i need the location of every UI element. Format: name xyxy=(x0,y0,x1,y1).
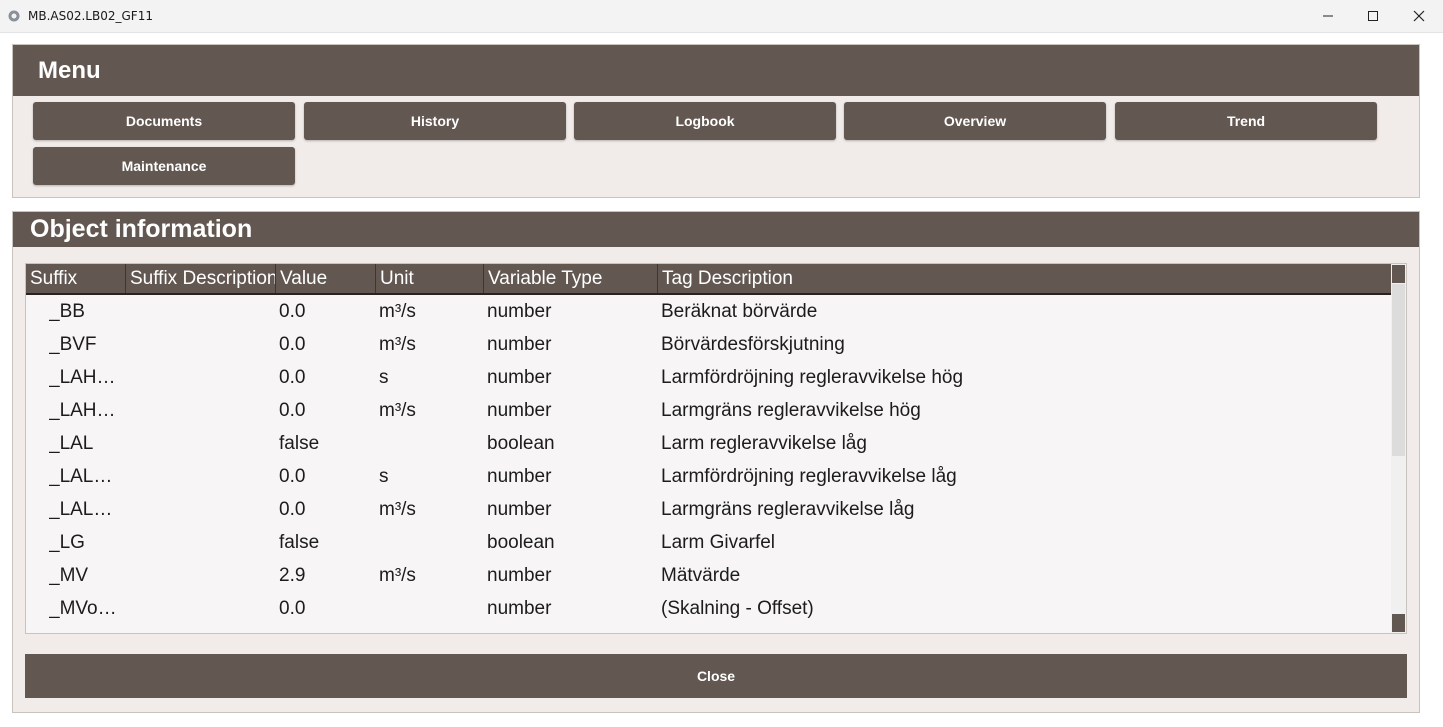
cell-unit xyxy=(379,526,479,559)
cell-tag-description: Larm Givarfel xyxy=(661,532,776,553)
scroll-up-button[interactable] xyxy=(1392,265,1405,283)
cell-value: 0.0 xyxy=(279,301,306,322)
maximize-icon xyxy=(1368,11,1378,21)
cell-tag-description: Larmfördröjning regleravvikelse låg xyxy=(661,466,957,487)
minimize-icon xyxy=(1323,15,1333,17)
cell-value: 0.0 xyxy=(279,466,306,487)
cell-tag-description: Larmgräns regleravvikelse låg xyxy=(661,499,915,520)
table-body: _BB 0.0 m³/s number Beräknat börvärde _BVF 0.0… xyxy=(26,295,1391,625)
object-information-panel: Object information Suffix Suffix Descrip… xyxy=(12,211,1420,713)
column-header-suffix[interactable]: Suffix xyxy=(26,264,126,293)
menu-header: Menu xyxy=(13,45,1419,96)
cell-tag-description: Börvärdesförskjutning xyxy=(661,334,845,355)
cell-suffix: _LAL… xyxy=(49,466,113,487)
cell-variable-type: boolean xyxy=(487,433,555,454)
cell-variable-type: number xyxy=(487,334,552,355)
cell-tag-description: Mätvärde xyxy=(661,565,741,586)
logbook-button[interactable]: Logbook xyxy=(574,102,836,140)
cell-variable-type: boolean xyxy=(487,532,555,553)
table-row[interactable]: _LAL… 0.0 s number Larmfördröjning regleravv… xyxy=(26,460,1391,493)
cell-unit: m³/s xyxy=(379,400,416,421)
cell-suffix: _BVF xyxy=(49,334,97,355)
table-header: Suffix Suffix Description Value Unit Var… xyxy=(26,264,1391,295)
maintenance-button[interactable]: Maintenance xyxy=(33,147,295,185)
cell-tag-description: (Skalning - Offset) xyxy=(661,598,814,619)
window-title: MB.AS02.LB02_GF11 xyxy=(28,9,153,23)
column-header-suffix-description[interactable]: Suffix Description xyxy=(126,264,276,293)
cell-variable-type: number xyxy=(487,466,552,487)
table-row[interactable]: _LAH… 0.0 s number Larmfördröjning regleravv… xyxy=(26,361,1391,394)
column-header-variable-type[interactable]: Variable Type xyxy=(484,264,658,293)
cell-unit: m³/s xyxy=(379,565,416,586)
object-information-title: Object information xyxy=(30,215,253,243)
cell-value: 0.0 xyxy=(279,598,306,619)
cell-value: false xyxy=(279,433,320,454)
close-icon xyxy=(1413,10,1425,22)
gear-app-icon xyxy=(8,10,20,22)
table-row[interactable]: _LAL false boolean Larm regleravvikelse låg xyxy=(26,427,1391,460)
cell-tag-description: Beräknat börvärde xyxy=(661,301,818,322)
minimize-button[interactable] xyxy=(1305,0,1351,32)
object-information-header: Object information xyxy=(13,212,1419,247)
menu-panel: Menu Documents History Logbook Overview … xyxy=(12,44,1420,198)
cell-variable-type: number xyxy=(487,400,552,421)
documents-button[interactable]: Documents xyxy=(33,102,295,140)
cell-unit: s xyxy=(379,466,389,487)
table-row[interactable]: _MVo… 0.0 number (Skalning - Offset) xyxy=(26,592,1391,625)
overview-button[interactable]: Overview xyxy=(844,102,1106,140)
cell-variable-type: number xyxy=(487,499,552,520)
cell-suffix: _MVo… xyxy=(49,598,117,619)
window-titlebar: MB.AS02.LB02_GF11 xyxy=(0,0,1443,33)
cell-unit: m³/s xyxy=(379,499,416,520)
scroll-down-button[interactable] xyxy=(1392,614,1405,632)
window-close-button[interactable] xyxy=(1396,0,1442,32)
column-header-tag-description[interactable]: Tag Description xyxy=(658,264,1391,293)
object-table: Suffix Suffix Description Value Unit Var… xyxy=(25,263,1407,634)
menu-title: Menu xyxy=(38,57,101,84)
cell-suffix: _LAH… xyxy=(49,367,116,388)
cell-value: 0.0 xyxy=(279,400,306,421)
cell-unit xyxy=(379,427,479,460)
table-row[interactable]: _LAL… 0.0 m³/s number Larmgräns regleravvike… xyxy=(26,493,1391,526)
cell-value: 2.9 xyxy=(279,565,306,586)
cell-variable-type: number xyxy=(487,565,552,586)
cell-suffix: _LG xyxy=(49,532,85,553)
vertical-scrollbar[interactable] xyxy=(1391,264,1406,633)
cell-unit: s xyxy=(379,367,389,388)
cell-suffix: _LAL xyxy=(49,433,94,454)
column-header-value[interactable]: Value xyxy=(276,264,376,293)
cell-suffix: _BB xyxy=(49,301,85,322)
cell-suffix: _MV xyxy=(49,565,89,586)
cell-tag-description: Larmgräns regleravvikelse hög xyxy=(661,400,921,421)
cell-value: false xyxy=(279,532,320,553)
close-button[interactable]: Close xyxy=(25,654,1407,698)
cell-variable-type: number xyxy=(487,367,552,388)
table-row[interactable]: _LG false boolean Larm Givarfel xyxy=(26,526,1391,559)
cell-suffix: _LAL… xyxy=(49,499,113,520)
table-row[interactable]: _BB 0.0 m³/s number Beräknat börvärde xyxy=(26,295,1391,328)
cell-variable-type: number xyxy=(487,598,552,619)
cell-value: 0.0 xyxy=(279,499,306,520)
cell-unit: m³/s xyxy=(379,334,416,355)
cell-value: 0.0 xyxy=(279,334,306,355)
history-button[interactable]: History xyxy=(304,102,566,140)
table-row[interactable]: _MV 2.9 m³/s number Mätvärde xyxy=(26,559,1391,592)
column-header-unit[interactable]: Unit xyxy=(376,264,484,293)
trend-button[interactable]: Trend xyxy=(1115,102,1377,140)
table-row[interactable]: _BVF 0.0 m³/s number Börvärdesförskjutning xyxy=(26,328,1391,361)
cell-tag-description: Larm regleravvikelse låg xyxy=(661,433,867,454)
cell-unit xyxy=(379,592,479,625)
cell-value: 0.0 xyxy=(279,367,306,388)
scroll-thumb[interactable] xyxy=(1392,284,1405,456)
maximize-button[interactable] xyxy=(1350,0,1396,32)
cell-suffix: _LAH… xyxy=(49,400,116,421)
cell-tag-description: Larmfördröjning regleravvikelse hög xyxy=(661,367,964,388)
cell-unit: m³/s xyxy=(379,301,416,322)
cell-variable-type: number xyxy=(487,301,552,322)
table-row[interactable]: _LAH… 0.0 m³/s number Larmgräns regleravvike… xyxy=(26,394,1391,427)
